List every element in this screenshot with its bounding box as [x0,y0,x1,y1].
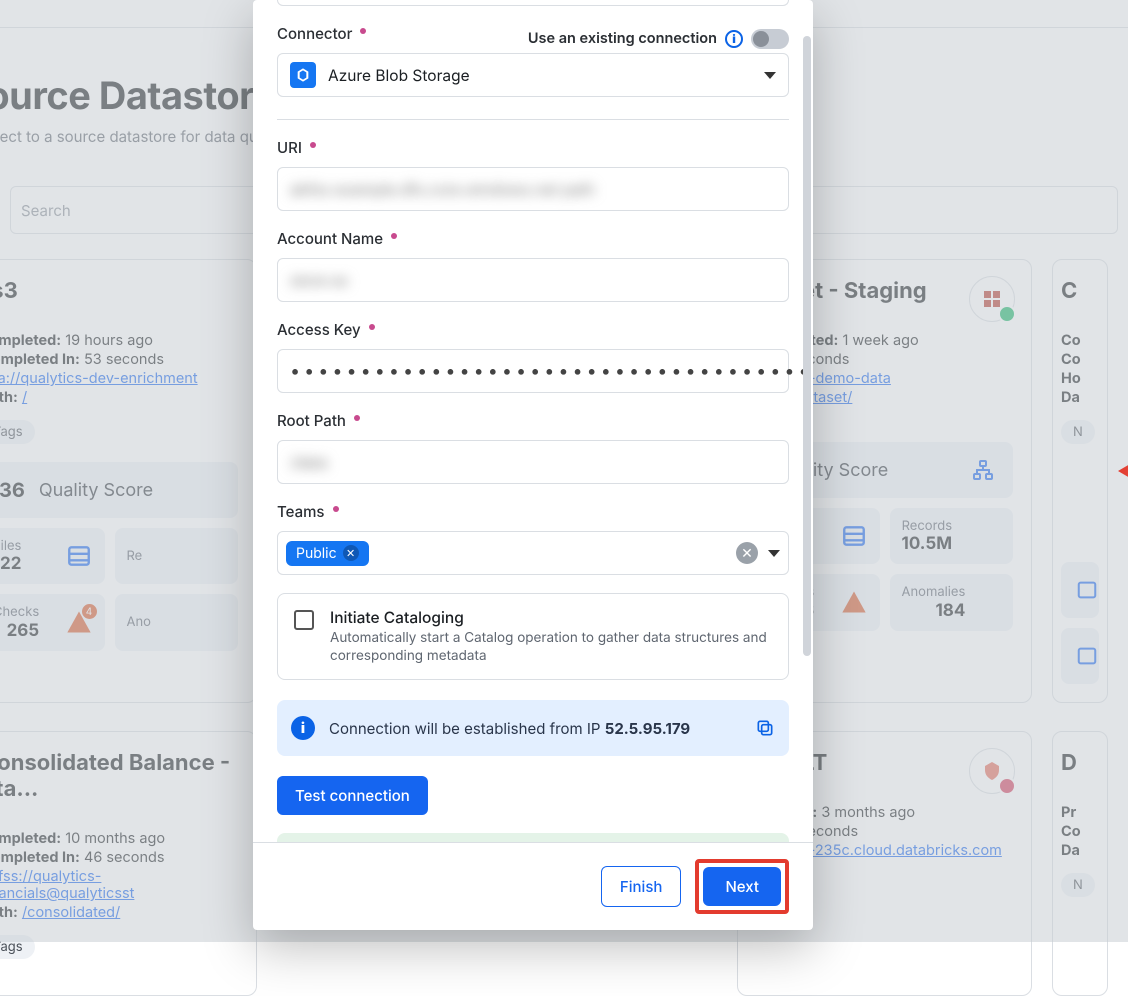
next-button[interactable]: Next [703,867,781,906]
account-name-label: Account Name [277,229,789,248]
next-button-highlight: Next [695,859,789,914]
azure-blob-icon [290,62,316,88]
access-key-input[interactable]: ••••••••••••••••••••••••••••••••••••••••… [277,349,789,393]
finish-button[interactable]: Finish [601,866,682,907]
cataloging-description: Automatically start a Catalog operation … [330,629,772,665]
clear-all-icon[interactable]: ✕ [736,542,758,564]
root-path-input[interactable]: /data [277,440,789,484]
cataloging-title: Initiate Cataloging [330,608,772,627]
add-datastore-dialog: Connector Use an existing connection i A… [253,0,813,930]
info-icon[interactable]: i [725,30,743,48]
uri-input[interactable]: abfss example.dfs.core.windows.net path [277,167,789,211]
teams-select[interactable]: Public✕ ✕ [277,531,789,575]
initiate-cataloging-option[interactable]: Initiate Cataloging Automatically start … [277,593,789,680]
account-name-input[interactable]: store ex [277,258,789,302]
uri-label: URI [277,138,789,157]
existing-connection-label: Use an existing connection [528,30,717,47]
connector-label: Connector [277,24,366,43]
teams-label: Teams [277,502,789,521]
team-chip[interactable]: Public✕ [286,541,369,566]
chevron-down-icon [764,72,776,79]
cataloging-checkbox[interactable] [294,610,314,630]
copy-icon[interactable] [755,718,775,738]
root-path-label: Root Path [277,411,789,430]
existing-connection-toggle[interactable] [751,29,789,49]
dialog-footer: Finish Next [253,842,813,930]
access-key-label: Access Key [277,320,789,339]
scrollbar[interactable] [803,36,811,656]
success-banner: Your datastore connection has been verif… [277,833,789,842]
remove-chip-icon[interactable]: ✕ [343,545,359,561]
ip-info-banner: i Connection will be established from IP… [277,700,789,756]
connector-select[interactable]: Azure Blob Storage [277,53,789,97]
info-icon: i [291,716,315,740]
test-connection-button[interactable]: Test connection [277,776,428,815]
chevron-down-icon [768,550,780,557]
